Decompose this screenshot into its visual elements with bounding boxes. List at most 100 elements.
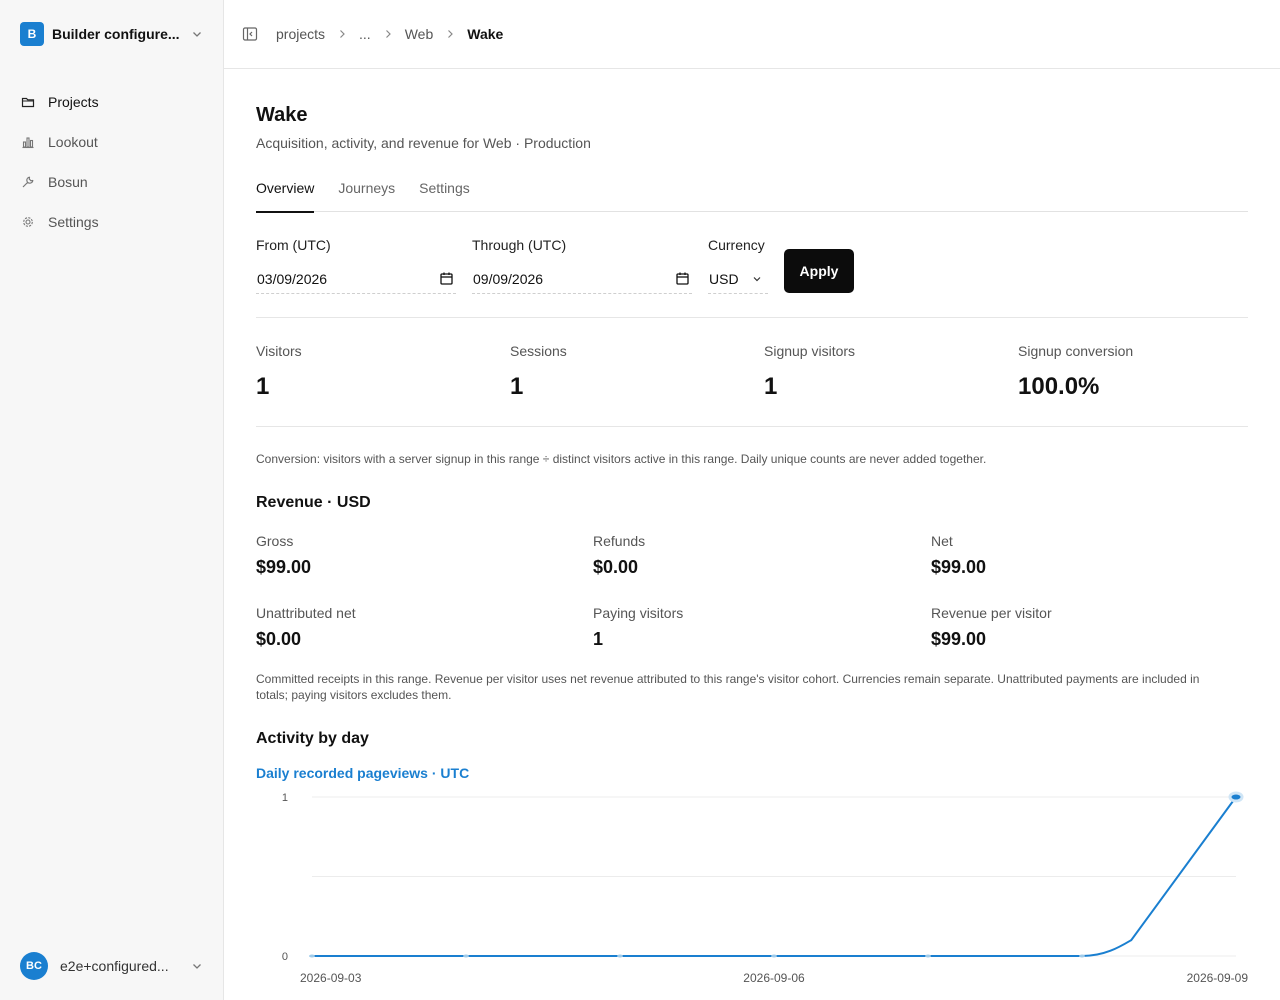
sidebar-item-settings[interactable]: Settings <box>20 210 204 234</box>
y-tick-label: 0 <box>282 951 288 963</box>
activity-title: Activity by day <box>256 730 369 747</box>
stat-visitors: Visitors 1 <box>256 343 302 401</box>
stat-value: 1 <box>510 373 524 400</box>
revenue-label: Refunds <box>593 533 646 549</box>
stat-label: Sessions <box>510 343 567 359</box>
revenue-title: Revenue · USD <box>256 494 371 511</box>
from-date-label: From (UTC) <box>256 237 331 253</box>
revenue-per-visitor: Revenue per visitor $99.00 <box>931 605 1052 650</box>
tab-settings[interactable]: Settings <box>419 177 470 212</box>
stats-row: Visitors 1 Sessions 1 Signup visitors 1 … <box>256 343 1248 403</box>
data-point <box>463 954 469 958</box>
stat-signup-visitors: Signup visitors 1 <box>764 343 855 401</box>
tab-journeys[interactable]: Journeys <box>338 177 395 212</box>
through-date-input[interactable]: 09/09/2026 <box>472 264 692 294</box>
bar-chart-icon <box>20 134 36 150</box>
chevron-right-icon <box>336 28 348 40</box>
x-tick-label: 2026-09-09 <box>1187 971 1248 985</box>
data-point <box>309 954 315 958</box>
tab-overview[interactable]: Overview <box>256 177 315 213</box>
chevron-right-icon <box>444 28 456 40</box>
page-subtitle: Acquisition, activity, and revenue for W… <box>256 135 591 151</box>
data-point <box>617 954 623 958</box>
workspace-switcher[interactable]: B Builder configure... <box>20 22 204 46</box>
revenue-value: 1 <box>593 629 604 649</box>
through-date-field: Through (UTC) 09/09/2026 <box>472 237 692 294</box>
sidebar-item-label: Settings <box>48 214 99 230</box>
sidebar-item-label: Projects <box>48 94 99 110</box>
revenue-unattributed-net: Unattributed net $0.00 <box>256 605 356 650</box>
from-date-value: 03/09/2026 <box>257 270 328 287</box>
calendar-icon[interactable] <box>676 272 690 286</box>
through-date-value: 09/09/2026 <box>473 270 544 287</box>
pageviews-chart: 0 1 2026-09-03 2026-09-06 2026-09-09 <box>282 791 1248 985</box>
chart-title[interactable]: Daily recorded pageviews · UTC <box>256 765 469 781</box>
from-date-field: From (UTC) 03/09/2026 <box>256 237 456 294</box>
stat-value: 1 <box>256 373 270 400</box>
revenue-label: Gross <box>256 533 294 549</box>
x-tick-label: 2026-09-06 <box>743 971 805 985</box>
revenue-value: $99.00 <box>931 629 987 649</box>
revenue-paying-visitors: Paying visitors 1 <box>593 605 683 650</box>
revenue-note: Committed receipts in this range. Revenu… <box>256 672 1200 702</box>
sidebar-item-projects[interactable]: Projects <box>20 90 204 114</box>
user-menu[interactable]: BC e2e+configured... <box>20 952 204 980</box>
breadcrumb: projects ... Web Wake <box>276 26 503 42</box>
sidebar-item-lookout[interactable]: Lookout <box>20 130 204 154</box>
divider <box>256 317 1248 318</box>
chevron-down-icon <box>190 27 204 41</box>
filter-bar: From (UTC) 03/09/2026 Through (UTC) 09/0… <box>256 237 1248 294</box>
page-title: Wake <box>256 104 308 126</box>
apply-button[interactable]: Apply <box>784 249 854 293</box>
tab-bar: Overview Journeys Settings <box>256 177 1248 213</box>
avatar: BC <box>20 952 48 980</box>
from-date-input[interactable]: 03/09/2026 <box>256 264 456 294</box>
stat-label: Signup conversion <box>1018 343 1134 359</box>
folder-icon <box>20 94 36 110</box>
revenue-value: $99.00 <box>256 557 312 577</box>
breadcrumb-web[interactable]: Web <box>405 26 434 42</box>
stat-value: 1 <box>764 373 778 400</box>
stat-signup-conversion: Signup conversion 100.0% <box>1018 343 1133 401</box>
through-date-label: Through (UTC) <box>472 237 567 253</box>
breadcrumb-projects[interactable]: projects <box>276 26 325 42</box>
sidebar-nav: Projects Lookout Bosun Settings <box>20 90 204 250</box>
revenue-value: $99.00 <box>931 557 987 577</box>
sidebar-item-label: Lookout <box>48 134 98 150</box>
revenue-refunds: Refunds $0.00 <box>593 533 645 578</box>
workspace-badge: B <box>20 22 44 46</box>
revenue-label: Net <box>931 533 953 549</box>
calendar-icon[interactable] <box>440 272 454 286</box>
data-point <box>925 954 931 958</box>
divider <box>256 426 1248 427</box>
currency-field: Currency USD <box>708 237 768 294</box>
stat-label: Visitors <box>256 343 302 359</box>
data-point <box>771 954 777 958</box>
sidebar-item-bosun[interactable]: Bosun <box>20 170 204 194</box>
sidebar: B Builder configure... Projects Lookout … <box>0 0 224 1000</box>
currency-select[interactable]: USD <box>708 264 768 294</box>
workspace-name: Builder configure... <box>52 26 180 42</box>
revenue-label: Paying visitors <box>593 605 684 621</box>
user-name: e2e+configured... <box>60 958 169 974</box>
breadcrumb-ellipsis[interactable]: ... <box>359 26 371 42</box>
conversion-note: Conversion: visitors with a server signu… <box>256 452 987 466</box>
stat-sessions: Sessions 1 <box>510 343 567 401</box>
sidebar-item-label: Bosun <box>48 174 88 190</box>
revenue-label: Revenue per visitor <box>931 605 1052 621</box>
revenue-value: $0.00 <box>593 557 639 577</box>
revenue-net: Net $99.00 <box>931 533 986 578</box>
sidebar-toggle-icon[interactable] <box>242 26 258 42</box>
breadcrumb-current: Wake <box>467 26 504 42</box>
chevron-down-icon <box>752 272 766 286</box>
y-tick-label: 1 <box>282 792 288 804</box>
chevron-down-icon <box>190 959 204 973</box>
stat-label: Signup visitors <box>764 343 856 359</box>
data-point <box>1228 791 1244 803</box>
topbar: projects ... Web Wake <box>224 0 1280 69</box>
revenue-label: Unattributed net <box>256 605 356 621</box>
data-point <box>1079 954 1085 958</box>
wrench-icon <box>20 174 36 190</box>
currency-label: Currency <box>708 237 765 253</box>
stat-value: 100.0% <box>1018 373 1100 400</box>
